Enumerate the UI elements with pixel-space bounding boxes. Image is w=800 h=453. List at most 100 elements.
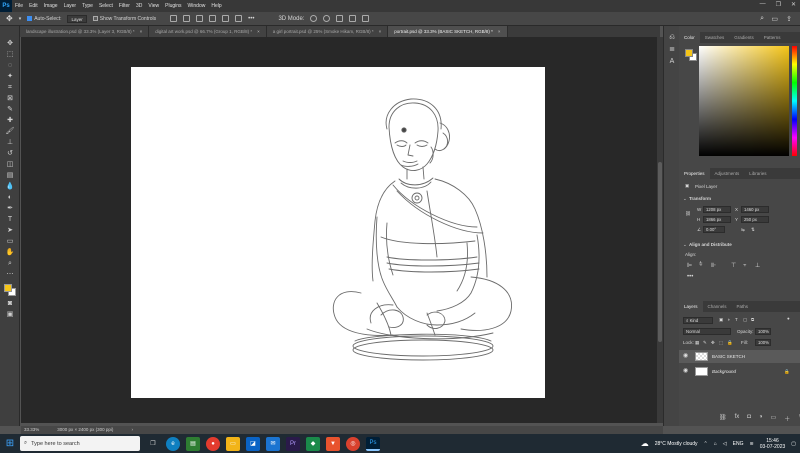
- lock-artboard-icon[interactable]: ⬚: [719, 340, 723, 346]
- frame-tool-icon[interactable]: ⊠: [5, 95, 15, 103]
- filter-type-icon[interactable]: T: [735, 317, 738, 322]
- notification-icon[interactable]: ▢: [791, 441, 796, 447]
- healing-brush-tool-icon[interactable]: ✚: [5, 117, 15, 125]
- clock[interactable]: 15:46 03-07-2023: [760, 438, 786, 450]
- add-mask-icon[interactable]: ◘: [747, 414, 751, 423]
- hand-tool-icon[interactable]: ✋: [5, 249, 15, 257]
- align-chevron-icon[interactable]: ⌄: [683, 242, 687, 248]
- close-tab-icon[interactable]: ×: [498, 29, 501, 34]
- search-icon[interactable]: ⌕: [760, 15, 764, 23]
- menu-plugins[interactable]: Plugins: [162, 3, 184, 9]
- width-field[interactable]: 1208 px: [703, 206, 731, 213]
- eraser-tool-icon[interactable]: ◫: [5, 161, 15, 169]
- network-icon[interactable]: ⌂: [714, 441, 717, 447]
- tab-digital-art-work[interactable]: digital art work.psd @ 66.7% (Group 1, R…: [149, 26, 267, 37]
- tab-color[interactable]: Color: [679, 32, 700, 43]
- minimize-button[interactable]: —: [760, 1, 766, 8]
- file-explorer-icon[interactable]: ▭: [226, 436, 240, 451]
- weather-text[interactable]: 28°C Mostly cloudy: [655, 441, 698, 447]
- tab-portrait[interactable]: portrait.psd @ 33.3% (BASIC SKETCH, RGB/…: [388, 26, 508, 37]
- foreground-color-swatch[interactable]: [4, 284, 12, 292]
- link-layers-icon[interactable]: ⛓: [719, 414, 727, 423]
- close-button[interactable]: ✕: [791, 1, 796, 8]
- rectangle-tool-icon[interactable]: ▭: [5, 238, 15, 246]
- zoom-tool-icon[interactable]: ⌕: [5, 260, 15, 268]
- fill-field[interactable]: 100%: [755, 339, 771, 346]
- filter-toggle-icon[interactable]: ●: [787, 316, 790, 321]
- tab-patterns[interactable]: Patterns: [759, 32, 786, 43]
- color-picker-field[interactable]: [699, 46, 789, 156]
- lasso-tool-icon[interactable]: ◌: [5, 62, 15, 70]
- layer-filter-kind-dropdown[interactable]: ⌕ Kind: [683, 317, 713, 324]
- height-field[interactable]: 1866 px: [703, 216, 731, 223]
- close-tab-icon[interactable]: ×: [140, 29, 143, 34]
- layer-row-basic-sketch[interactable]: ◉ BASIC SKETCH: [679, 350, 800, 363]
- orbit-3d-icon[interactable]: [310, 15, 318, 22]
- align-top-edges-icon[interactable]: ⊤: [731, 262, 736, 269]
- filter-smart-object-icon[interactable]: ⧉: [751, 317, 754, 322]
- foreground-color-chip[interactable]: [685, 49, 693, 57]
- type-tool-icon[interactable]: T: [5, 216, 15, 224]
- character-panel-icon[interactable]: A: [667, 58, 677, 66]
- filter-shape-icon[interactable]: ▢: [743, 317, 747, 323]
- blur-tool-icon[interactable]: 💧: [5, 183, 15, 191]
- align-left-edges-icon[interactable]: ⊫: [687, 262, 692, 269]
- premiere-icon[interactable]: Pr: [286, 436, 300, 451]
- maximize-button[interactable]: ❐: [776, 1, 781, 8]
- pan-3d-icon[interactable]: [336, 15, 344, 22]
- new-layer-icon[interactable]: ＋: [784, 414, 790, 423]
- transform-chevron-icon[interactable]: ⌄: [683, 196, 687, 202]
- scale-3d-icon[interactable]: [362, 15, 370, 22]
- zoom-level[interactable]: 33.33%: [24, 426, 39, 434]
- close-tab-icon[interactable]: ×: [379, 29, 382, 34]
- path-selection-tool-icon[interactable]: ➤: [5, 227, 15, 235]
- document-canvas[interactable]: [131, 67, 545, 398]
- menu-type[interactable]: Type: [79, 3, 96, 9]
- filter-pixel-icon[interactable]: ▣: [719, 317, 723, 323]
- layer-row-background[interactable]: ◉ Background 🔒: [679, 365, 800, 378]
- screen-mode-icon[interactable]: ▣: [5, 311, 15, 319]
- align-top-icon[interactable]: [209, 15, 217, 22]
- tab-properties[interactable]: Properties: [679, 168, 710, 179]
- align-horizontal-centers-icon[interactable]: ⫩: [699, 262, 702, 269]
- menu-file[interactable]: File: [12, 3, 26, 9]
- angle-field[interactable]: 0.00°: [703, 226, 725, 233]
- align-vertical-centers-icon[interactable]: ⫟: [743, 262, 747, 269]
- history-brush-tool-icon[interactable]: ↺: [5, 150, 15, 158]
- tab-libraries[interactable]: Libraries: [744, 168, 771, 179]
- move-tool-icon[interactable]: ✥: [6, 14, 13, 23]
- task-view-icon[interactable]: ❐: [146, 437, 160, 451]
- y-field[interactable]: 250 px: [741, 216, 769, 223]
- align-bottom-edges-icon[interactable]: ⊥: [755, 262, 760, 269]
- clone-stamp-tool-icon[interactable]: ⊥: [5, 139, 15, 147]
- menu-layer[interactable]: Layer: [61, 3, 80, 9]
- scrollbar-thumb[interactable]: [658, 162, 662, 342]
- filter-adjustment-icon[interactable]: ◑: [727, 317, 730, 322]
- tab-paths[interactable]: Paths: [732, 301, 754, 312]
- pen-tool-icon[interactable]: ✒: [5, 205, 15, 213]
- new-adjustment-icon[interactable]: ◑: [759, 414, 763, 423]
- tab-layers[interactable]: Layers: [679, 301, 703, 312]
- green-launcher-icon[interactable]: ◆: [306, 436, 320, 451]
- history-panel-icon[interactable]: ⎌: [667, 34, 677, 42]
- align-bottom-icon[interactable]: [235, 15, 243, 22]
- more-align-options-icon[interactable]: •••: [687, 274, 693, 280]
- taskbar-search-box[interactable]: ⌕ Type here to search: [20, 436, 140, 451]
- align-middle-icon[interactable]: [222, 15, 230, 22]
- link-dimensions-icon[interactable]: ⛓: [685, 211, 691, 217]
- tab-swatches[interactable]: Swatches: [700, 32, 730, 43]
- lock-all-icon[interactable]: 🔒: [727, 340, 733, 346]
- volume-icon[interactable]: ◁: [723, 441, 727, 447]
- photoshop-taskbar-icon[interactable]: Ps: [366, 436, 380, 451]
- weather-cloud-icon[interactable]: ☁: [641, 439, 649, 448]
- quick-mask-icon[interactable]: ◙: [5, 300, 15, 308]
- roll-3d-icon[interactable]: [323, 15, 331, 22]
- brush-settings-panel-icon[interactable]: ≣: [667, 46, 677, 54]
- language-indicator[interactable]: ENG: [733, 441, 744, 447]
- auto-select-checkbox[interactable]: Auto-Select:: [27, 16, 61, 22]
- wifi-icon[interactable]: ≋: [749, 441, 753, 447]
- artboard-tool-icon[interactable]: ⬚: [5, 51, 15, 59]
- menu-3d[interactable]: 3D: [133, 3, 145, 9]
- tab-landscape-illustration[interactable]: landscape illustration.psd @ 33.3% (Laye…: [20, 26, 150, 37]
- edge-browser-icon[interactable]: e: [166, 436, 180, 451]
